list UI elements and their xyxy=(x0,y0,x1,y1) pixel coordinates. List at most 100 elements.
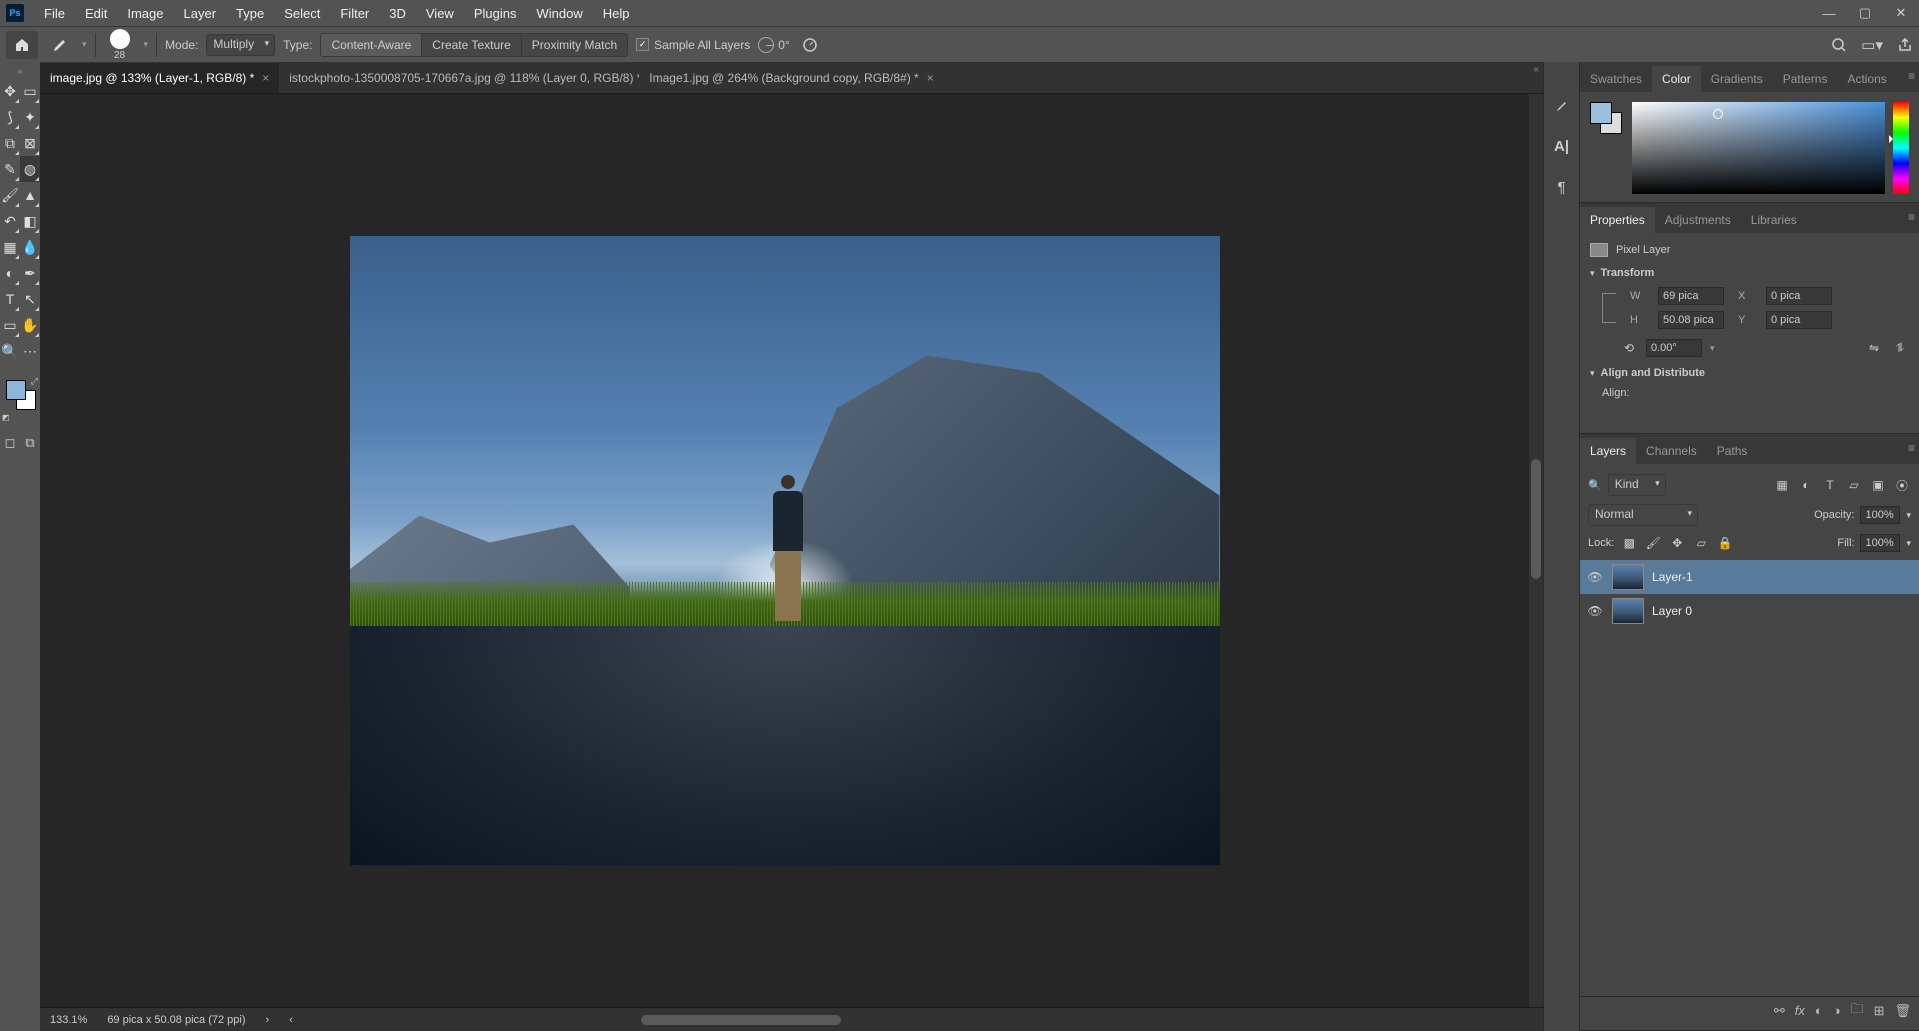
menu-plugins[interactable]: Plugins xyxy=(464,2,527,25)
brush-preview[interactable]: 28 xyxy=(110,29,130,61)
history-brush-tool[interactable]: ↶ xyxy=(0,208,20,234)
canvas[interactable] xyxy=(350,236,1220,866)
horizontal-scrollbar[interactable] xyxy=(641,1015,841,1025)
menu-file[interactable]: File xyxy=(34,2,75,25)
layer-filter-select[interactable]: Kind xyxy=(1608,474,1666,496)
layer-row-0[interactable]: 👁 Layer-1 xyxy=(1580,560,1919,594)
flip-horizontal-icon[interactable]: ⇋ xyxy=(1865,340,1883,356)
link-layers-icon[interactable]: ⚯ xyxy=(1774,1003,1785,1019)
layer-row-1[interactable]: 👁Layer 0 xyxy=(1580,594,1919,628)
panel-color-swatches[interactable] xyxy=(1590,102,1624,136)
document-tab-1[interactable]: istockphoto-1350008705-170667a.jpg @ 118… xyxy=(279,63,639,93)
canvas-area[interactable] xyxy=(40,94,1529,1007)
lasso-tool[interactable]: ⟆ xyxy=(0,104,20,130)
fill-dropdown[interactable]: ▾ xyxy=(1906,538,1911,549)
zoom-level[interactable]: 133.1% xyxy=(50,1014,87,1026)
layer-name[interactable]: Layer-1 xyxy=(1652,570,1693,584)
new-layer-icon[interactable]: ⊞ xyxy=(1874,1003,1885,1019)
props-tab-libraries[interactable]: Libraries xyxy=(1741,207,1807,233)
blend-mode-select[interactable]: Normal xyxy=(1588,504,1698,526)
new-group-icon[interactable]: 🗀 xyxy=(1851,1000,1864,1022)
gradient-tool[interactable]: ▦ xyxy=(0,234,20,260)
search-icon[interactable]: 🔍 xyxy=(1588,479,1602,492)
angle-input[interactable] xyxy=(1646,339,1702,357)
x-input[interactable] xyxy=(1766,287,1832,305)
layer-name[interactable]: Layer 0 xyxy=(1652,604,1692,618)
props-tab-adjustments[interactable]: Adjustments xyxy=(1655,207,1741,233)
clone-stamp-tool[interactable]: ▲ xyxy=(20,182,40,208)
filter-pixel-icon[interactable]: ▦ xyxy=(1773,476,1791,494)
path-select-tool[interactable]: ↖ xyxy=(20,286,40,312)
document-info[interactable]: 69 pica x 50.08 pica (72 ppi) xyxy=(107,1014,245,1026)
brushes-panel-icon[interactable] xyxy=(1554,98,1570,114)
transform-section-toggle[interactable]: ▾ Transform xyxy=(1590,267,1909,279)
move-tool[interactable]: ✥ xyxy=(0,78,20,104)
panel-menu-icon[interactable]: ≡ xyxy=(1908,69,1915,83)
panel-collapse-toggle[interactable]: « xyxy=(1533,64,1539,75)
hand-tool[interactable]: ✋ xyxy=(20,312,40,338)
layers-tab-layers[interactable]: Layers xyxy=(1580,438,1636,464)
tool-preset-button[interactable] xyxy=(46,31,74,59)
layer-thumbnail[interactable] xyxy=(1612,564,1644,590)
pressure-button[interactable] xyxy=(798,33,822,57)
delete-layer-icon[interactable]: 🗑 xyxy=(1894,1003,1911,1019)
rectangle-tool[interactable]: ▭ xyxy=(0,312,20,338)
close-tab-icon[interactable]: × xyxy=(262,71,269,85)
panel-fg-swatch[interactable] xyxy=(1590,102,1612,124)
color-tab-color[interactable]: Color xyxy=(1652,66,1701,92)
lock-position-icon[interactable]: ✥ xyxy=(1668,534,1686,552)
artboard-tool[interactable]: ▭ xyxy=(20,78,40,104)
scrollbar-thumb[interactable] xyxy=(1531,459,1541,579)
minimize-button[interactable]: — xyxy=(1811,0,1847,26)
toolbar-collapse[interactable]: » xyxy=(0,66,40,78)
color-tab-actions[interactable]: Actions xyxy=(1837,66,1896,92)
filter-shape-icon[interactable]: ▱ xyxy=(1845,476,1863,494)
close-tab-icon[interactable]: × xyxy=(927,71,934,85)
layer-thumbnail[interactable] xyxy=(1612,598,1644,624)
opacity-dropdown[interactable]: ▾ xyxy=(1906,510,1911,521)
flip-vertical-icon[interactable]: ⥮ xyxy=(1891,340,1909,356)
layers-tab-paths[interactable]: Paths xyxy=(1707,438,1758,464)
menu-view[interactable]: View xyxy=(416,2,464,25)
filter-type-icon[interactable]: T xyxy=(1821,476,1839,494)
character-panel-icon[interactable]: A| xyxy=(1554,138,1569,155)
menu-select[interactable]: Select xyxy=(274,2,330,25)
mode-select[interactable]: Multiply xyxy=(206,34,275,56)
quick-select-tool[interactable]: ✦ xyxy=(20,104,40,130)
crop-tool[interactable]: ⧉ xyxy=(0,130,20,156)
blur-tool[interactable]: 💧 xyxy=(20,234,40,260)
vertical-scrollbar[interactable] xyxy=(1529,94,1543,1007)
filter-smart-icon[interactable]: ▣ xyxy=(1869,476,1887,494)
reset-colors-icon[interactable]: ◩ xyxy=(2,413,10,422)
menu-help[interactable]: Help xyxy=(593,2,640,25)
home-button[interactable] xyxy=(6,31,38,59)
eraser-tool[interactable]: ◧ xyxy=(20,208,40,234)
lock-artboard-icon[interactable]: ▱ xyxy=(1692,534,1710,552)
menu-window[interactable]: Window xyxy=(526,2,592,25)
type-create-texture[interactable]: Create Texture xyxy=(422,34,522,56)
lock-pixels-icon[interactable]: 🖌 xyxy=(1644,534,1662,552)
quick-mask-button[interactable]: ◻ xyxy=(0,430,20,456)
visibility-toggle-icon[interactable]: 👁 xyxy=(1586,570,1604,584)
document-tab-2[interactable]: image.jpg @ 133% (Layer-1, RGB/8) *× xyxy=(40,63,279,93)
lock-all-icon[interactable]: 🔒 xyxy=(1716,534,1734,552)
hue-slider[interactable] xyxy=(1893,102,1909,194)
close-button[interactable]: ✕ xyxy=(1883,0,1919,26)
brush-dropdown[interactable]: ▾ xyxy=(144,39,149,50)
status-arrow-left[interactable]: ‹ xyxy=(289,1014,293,1026)
color-tab-patterns[interactable]: Patterns xyxy=(1773,66,1838,92)
paragraph-panel-icon[interactable]: ¶ xyxy=(1557,179,1565,196)
panel-menu-icon[interactable]: ≡ xyxy=(1908,441,1915,455)
menu-edit[interactable]: Edit xyxy=(75,2,117,25)
workspace-button[interactable]: ▭▾ xyxy=(1861,36,1883,54)
document-tab-0[interactable]: Image1.jpg @ 264% (Background copy, RGB/… xyxy=(639,63,943,93)
color-swatches[interactable]: ⤢ ◩ xyxy=(0,376,40,422)
sample-all-layers-checkbox[interactable]: ✓ Sample All Layers xyxy=(636,38,750,52)
foreground-swatch[interactable] xyxy=(6,380,26,400)
type-content-aware[interactable]: Content-Aware xyxy=(321,34,422,56)
healing-brush-tool[interactable]: ◍ xyxy=(20,156,40,182)
pen-tool[interactable]: ✒ xyxy=(20,260,40,286)
frame-tool[interactable]: ⊠ xyxy=(20,130,40,156)
panel-menu-icon[interactable]: ≡ xyxy=(1908,210,1915,224)
edit-toolbar[interactable]: ⋯ xyxy=(20,338,40,364)
